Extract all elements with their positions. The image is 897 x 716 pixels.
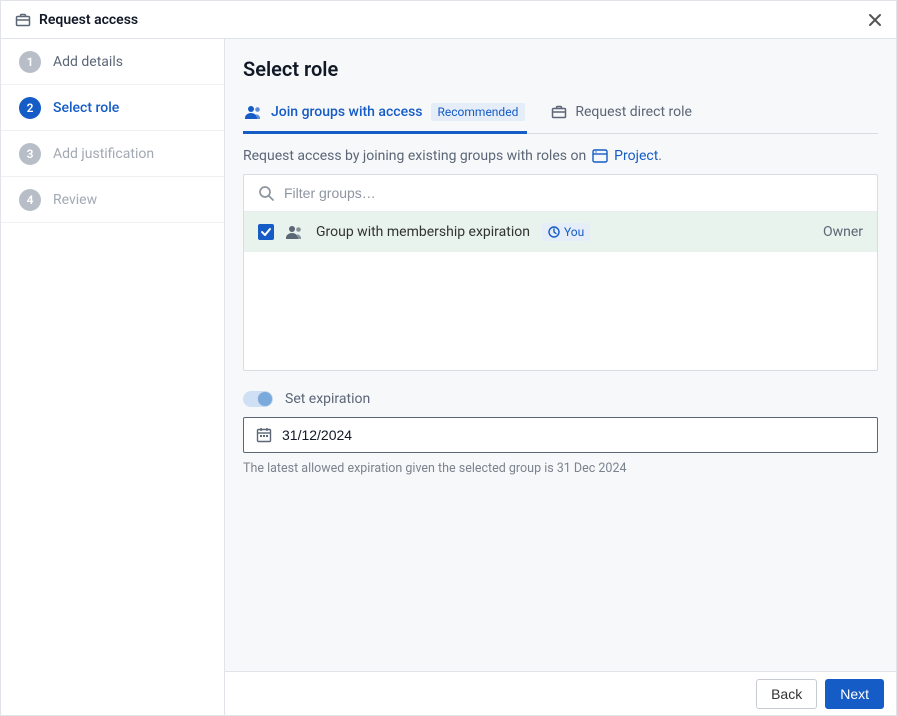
- group-row[interactable]: Group with membership expiration You Own…: [244, 212, 877, 252]
- wizard-sidebar: 1 Add details 2 Select role 3 Add justif…: [1, 39, 225, 715]
- step-label: Add justification: [53, 146, 154, 162]
- step-label: Select role: [53, 100, 119, 116]
- group-name: Group with membership expiration: [316, 224, 530, 240]
- step-number: 4: [19, 189, 41, 211]
- expiration-date-input[interactable]: [282, 427, 865, 443]
- step-label: Review: [53, 192, 97, 208]
- description-text: Request access by joining existing group…: [243, 148, 586, 164]
- role-tabs: Join groups with access Recommended Requ…: [243, 95, 878, 134]
- you-badge-label: You: [564, 225, 584, 239]
- you-badge: You: [542, 223, 590, 241]
- tab-label: Join groups with access: [271, 104, 423, 120]
- step-label: Add details: [53, 54, 123, 70]
- calendar-icon: [256, 427, 272, 443]
- group-checkbox[interactable]: [258, 224, 274, 240]
- expiration-hint: The latest allowed expiration given the …: [243, 461, 878, 476]
- step-number: 3: [19, 143, 41, 165]
- tab-label: Request direct role: [575, 104, 692, 120]
- filter-input[interactable]: [284, 185, 863, 201]
- groups-panel: Group with membership expiration You Own…: [243, 174, 878, 371]
- recommended-badge: Recommended: [431, 103, 526, 121]
- tab-request-direct-role[interactable]: Request direct role: [549, 95, 694, 134]
- briefcase-icon: [551, 104, 567, 120]
- filter-groups-field[interactable]: [244, 175, 877, 212]
- step-add-details[interactable]: 1 Add details: [1, 39, 224, 85]
- dialog-header: Request access: [1, 1, 896, 39]
- tab-description: Request access by joining existing group…: [243, 148, 878, 164]
- page-title: Select role: [243, 57, 878, 81]
- project-icon: [592, 149, 608, 163]
- set-expiration-toggle[interactable]: [243, 391, 273, 407]
- project-link[interactable]: Project: [614, 148, 658, 164]
- expiration-date-field[interactable]: [243, 417, 878, 453]
- step-number: 2: [19, 97, 41, 119]
- tab-join-groups[interactable]: Join groups with access Recommended: [243, 95, 527, 134]
- description-suffix: .: [658, 148, 662, 164]
- close-icon[interactable]: [868, 13, 882, 27]
- next-button[interactable]: Next: [825, 679, 884, 709]
- people-icon: [245, 105, 263, 119]
- step-number: 1: [19, 51, 41, 73]
- groups-list: Group with membership expiration You Own…: [244, 212, 877, 370]
- group-role: Owner: [823, 224, 863, 240]
- step-review[interactable]: 4 Review: [1, 177, 224, 223]
- clock-icon: [548, 226, 560, 238]
- dialog-footer: Back Next: [225, 671, 896, 715]
- step-add-justification[interactable]: 3 Add justification: [1, 131, 224, 177]
- group-icon: [286, 225, 304, 239]
- dialog-title: Request access: [39, 12, 138, 28]
- search-icon: [258, 185, 274, 201]
- briefcase-icon: [15, 12, 31, 28]
- set-expiration-label: Set expiration: [285, 391, 370, 407]
- step-select-role[interactable]: 2 Select role: [1, 85, 224, 131]
- back-button[interactable]: Back: [756, 679, 817, 709]
